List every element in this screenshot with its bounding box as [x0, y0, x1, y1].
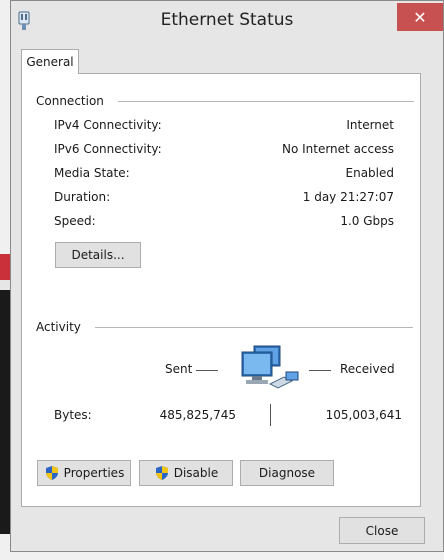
- connection-group-header: Connection: [36, 94, 414, 108]
- ethernet-status-dialog: Ethernet Status ✕ General Connection IPv…: [10, 0, 444, 552]
- general-tab-panel: Connection IPv4 Connectivity: Internet I…: [21, 73, 421, 507]
- speed-label: Speed:: [54, 214, 96, 228]
- bytes-label: Bytes:: [54, 408, 92, 422]
- speed-row: Speed: 1.0 Gbps: [54, 214, 394, 228]
- ipv4-label: IPv4 Connectivity:: [54, 118, 162, 132]
- duration-value: 1 day 21:27:07: [302, 190, 394, 204]
- activity-header-label: Activity: [36, 320, 81, 334]
- bytes-separator: [270, 404, 271, 426]
- uac-shield-icon: [155, 466, 168, 480]
- duration-row: Duration: 1 day 21:27:07: [54, 190, 394, 204]
- disable-button[interactable]: Disable: [139, 460, 233, 486]
- ipv4-value: Internet: [346, 118, 394, 132]
- received-connector-line: [309, 370, 331, 371]
- media-state-row: Media State: Enabled: [54, 166, 394, 180]
- disable-button-label: Disable: [173, 466, 219, 480]
- sent-connector-line: [196, 370, 218, 371]
- background-window-titlebar: [0, 254, 10, 280]
- uac-shield-icon: [45, 466, 58, 480]
- activity-group-header: Activity: [36, 320, 413, 334]
- bytes-sent-value: 485,825,745: [159, 408, 236, 422]
- connection-divider: [117, 100, 414, 102]
- sent-label: Sent: [165, 362, 193, 376]
- activity-divider: [94, 326, 413, 328]
- properties-button[interactable]: Properties: [37, 460, 131, 486]
- speed-value: 1.0 Gbps: [340, 214, 394, 228]
- ipv6-row: IPv6 Connectivity: No Internet access: [54, 142, 394, 156]
- network-computers-icon: [241, 345, 299, 389]
- connection-header-label: Connection: [36, 94, 104, 108]
- details-button[interactable]: Details...: [55, 242, 141, 268]
- ipv6-value: No Internet access: [281, 142, 394, 156]
- properties-button-label: Properties: [63, 466, 125, 480]
- ipv6-label: IPv6 Connectivity:: [54, 142, 162, 156]
- title-bar[interactable]: Ethernet Status ✕: [11, 1, 443, 41]
- close-window-button[interactable]: ✕: [397, 3, 443, 31]
- close-button[interactable]: Close: [339, 517, 425, 544]
- received-label: Received: [340, 362, 395, 376]
- background-window-strip: [0, 280, 10, 290]
- media-state-value: Enabled: [345, 166, 395, 180]
- bytes-received-value: 105,003,641: [325, 408, 402, 422]
- diagnose-button[interactable]: Diagnose: [240, 460, 334, 486]
- background-window-edge: [0, 254, 10, 534]
- duration-label: Duration:: [54, 190, 111, 204]
- window-title: Ethernet Status: [160, 10, 294, 30]
- media-state-label: Media State:: [54, 166, 130, 180]
- tab-general[interactable]: General: [21, 49, 79, 74]
- ipv4-row: IPv4 Connectivity: Internet: [54, 118, 394, 132]
